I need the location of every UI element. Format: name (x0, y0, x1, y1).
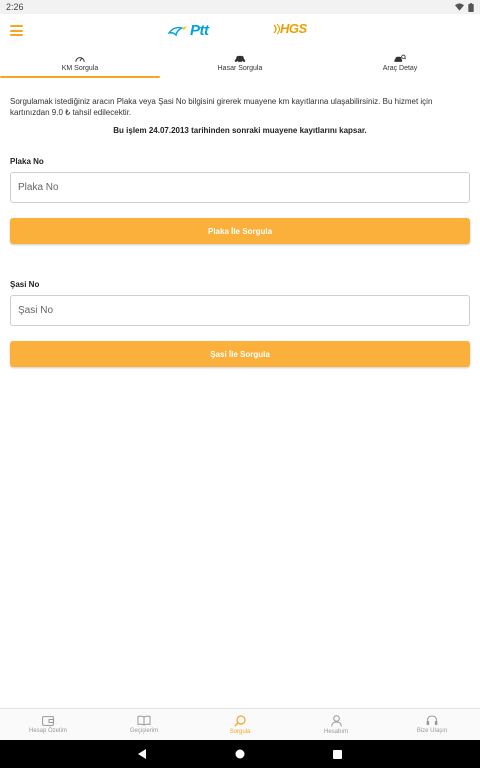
app-bar: Ptt HGS (0, 14, 480, 48)
speedometer-icon (75, 57, 85, 62)
home-button[interactable] (235, 749, 245, 759)
menu-icon-line (10, 34, 23, 36)
status-time: 2:26 (6, 2, 24, 12)
description-text: Sorgulamak istediğiniz aracın Plaka veya… (10, 97, 433, 117)
tab-arac-detay[interactable]: Araç Detay (320, 48, 480, 78)
ptt-logo-text: Ptt (190, 22, 209, 39)
recents-button[interactable] (333, 749, 342, 759)
ptt-bird-icon (168, 25, 187, 36)
hgs-logo: HGS (272, 21, 307, 36)
user-icon (330, 714, 342, 727)
headset-icon (426, 715, 438, 725)
car-search-icon (394, 54, 406, 62)
search-icon (234, 714, 246, 726)
tab-hasar-sorgula[interactable]: Hasar Sorgula (160, 48, 320, 78)
plaka-input[interactable] (10, 172, 470, 203)
status-bar: 2:26 (0, 0, 480, 14)
system-navigation-bar (0, 740, 480, 768)
tab-km-sorgula[interactable]: KM Sorgula (0, 48, 160, 78)
query-tabs: KM Sorgula Hasar Sorgula Araç Detay (0, 48, 480, 78)
nav-label: Sorgula (229, 728, 251, 735)
nav-gecislerim[interactable]: Geçişlerim (96, 709, 192, 740)
menu-icon-line (10, 25, 23, 27)
plaka-label: Plaka No (10, 157, 44, 166)
car-crash-icon (234, 55, 246, 63)
sasi-input[interactable] (10, 295, 470, 326)
home-icon (235, 749, 245, 759)
nav-bize-ulasin[interactable]: Bize Ulaşın (384, 709, 480, 740)
tab-label: KM Sorgula (61, 65, 99, 72)
back-icon (138, 749, 146, 759)
notice-text: Bu işlem 24.07.2013 tarihinden sonraki m… (113, 126, 367, 135)
nav-sorgula[interactable]: Sorgula (192, 709, 288, 740)
nav-label: Geçişlerim (129, 728, 159, 734)
nav-hesabim[interactable]: Hesabım (288, 709, 384, 740)
nav-hesap-ozetim[interactable]: Hesap Özetim (0, 709, 96, 740)
hgs-logo-text: HGS (280, 21, 307, 36)
menu-icon-line (10, 29, 23, 32)
hgs-signal-icon (273, 23, 280, 34)
battery-icon (468, 2, 474, 12)
sasi-label: Şasi No (10, 280, 40, 289)
tab-label: Araç Detay (382, 65, 418, 72)
nav-label: Bize Ulaşın (416, 728, 448, 734)
status-icons (455, 2, 474, 12)
tab-label: Hasar Sorgula (217, 65, 263, 72)
nav-label: Hesabım (323, 728, 348, 735)
nav-label: Hesap Özetim (28, 728, 67, 734)
plaka-query-button[interactable]: Plaka İle Sorgula (10, 218, 470, 244)
km-query-form: Sorgulamak istediğiniz aracın Plaka veya… (0, 78, 480, 367)
wifi-icon (455, 3, 464, 11)
recents-icon (333, 749, 342, 759)
wallet-icon (42, 716, 54, 726)
sasi-query-button[interactable]: Şasi İle Sorgula (10, 341, 470, 367)
bottom-nav: Hesap Özetim Geçişlerim Sorgula Hesabım … (0, 708, 480, 740)
ptt-logo: Ptt (168, 22, 209, 39)
menu-button[interactable] (10, 25, 23, 36)
book-icon (137, 715, 151, 726)
back-button[interactable] (138, 749, 147, 759)
